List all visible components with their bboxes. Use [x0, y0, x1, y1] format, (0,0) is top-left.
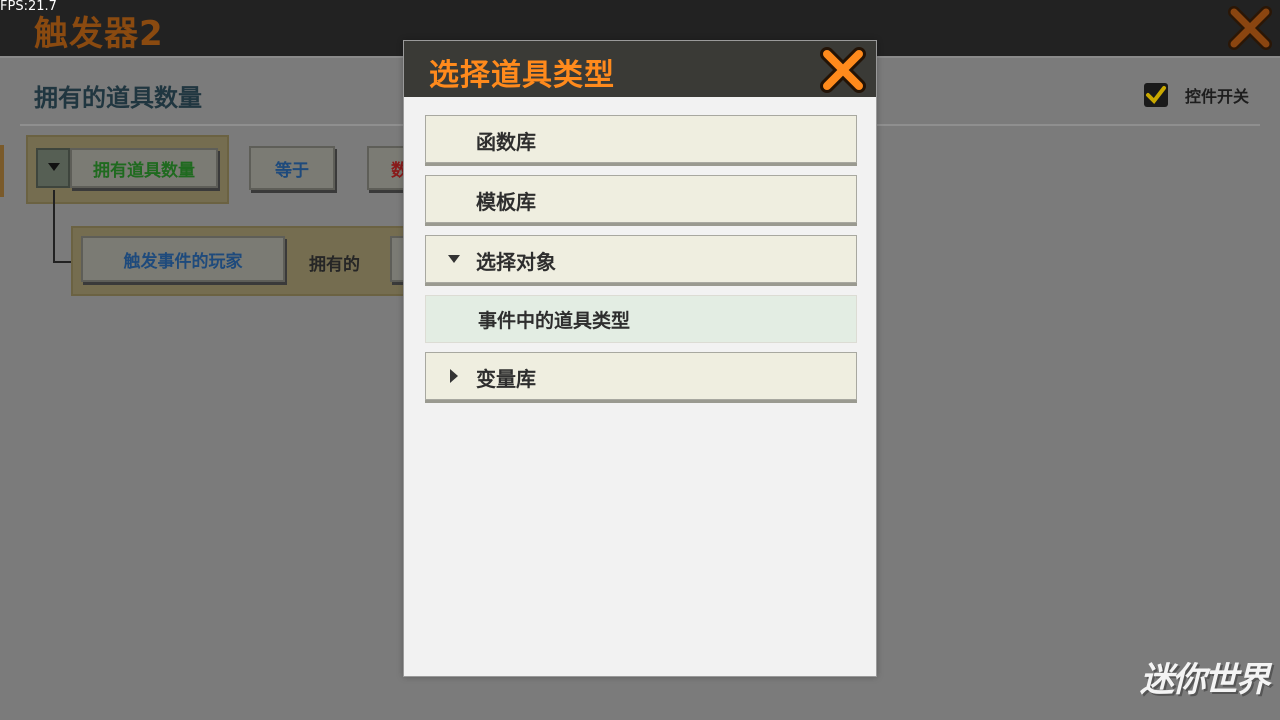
select-item-type-dialog: 选择道具类型 函数库 模板库 选择对象 事件中的道具类型 变量库 [403, 40, 877, 677]
menu-item-template-library[interactable]: 模板库 [425, 175, 857, 223]
close-editor-icon[interactable] [1228, 6, 1272, 50]
dialog-header: 选择道具类型 [404, 41, 876, 97]
item-count-function-button[interactable]: 拥有道具数量 [70, 148, 218, 188]
expanded-arrow-icon [448, 255, 460, 263]
collapsed-arrow-icon [450, 369, 458, 383]
watermark-logo: 迷你世界 [1140, 660, 1270, 700]
expand-dropdown-toggle[interactable] [36, 148, 70, 188]
checkmark-icon [1146, 86, 1166, 105]
param-text: 拥有的 [309, 255, 360, 275]
control-toggle-label: 控件开关 [1185, 87, 1250, 106]
trigger-player-button[interactable]: 触发事件的玩家 [81, 236, 285, 282]
chevron-down-icon [48, 163, 60, 171]
dialog-title: 选择道具类型 [429, 58, 615, 93]
menu-item-label: 模板库 [476, 190, 536, 214]
menu-subitem-label: 事件中的道具类型 [478, 310, 631, 332]
menu-item-variable-library[interactable]: 变量库 [425, 352, 857, 400]
menu-item-function-library[interactable]: 函数库 [425, 115, 857, 163]
menu-item-label: 变量库 [476, 367, 536, 391]
menu-item-label: 函数库 [476, 130, 536, 154]
fps-counter: FPS:21.7 [0, 0, 57, 14]
menu-item-label: 选择对象 [476, 250, 556, 274]
menu-subitem-event-item-type[interactable]: 事件中的道具类型 [425, 295, 857, 343]
connector-line [53, 190, 55, 262]
connector-line [53, 261, 73, 263]
left-strip [0, 145, 4, 197]
compare-operator-button[interactable]: 等于 [249, 146, 335, 190]
condition-title: 拥有的道具数量 [34, 84, 202, 112]
control-toggle-checkbox[interactable] [1144, 83, 1168, 107]
close-icon[interactable] [818, 45, 868, 95]
menu-item-select-object[interactable]: 选择对象 [425, 235, 857, 283]
